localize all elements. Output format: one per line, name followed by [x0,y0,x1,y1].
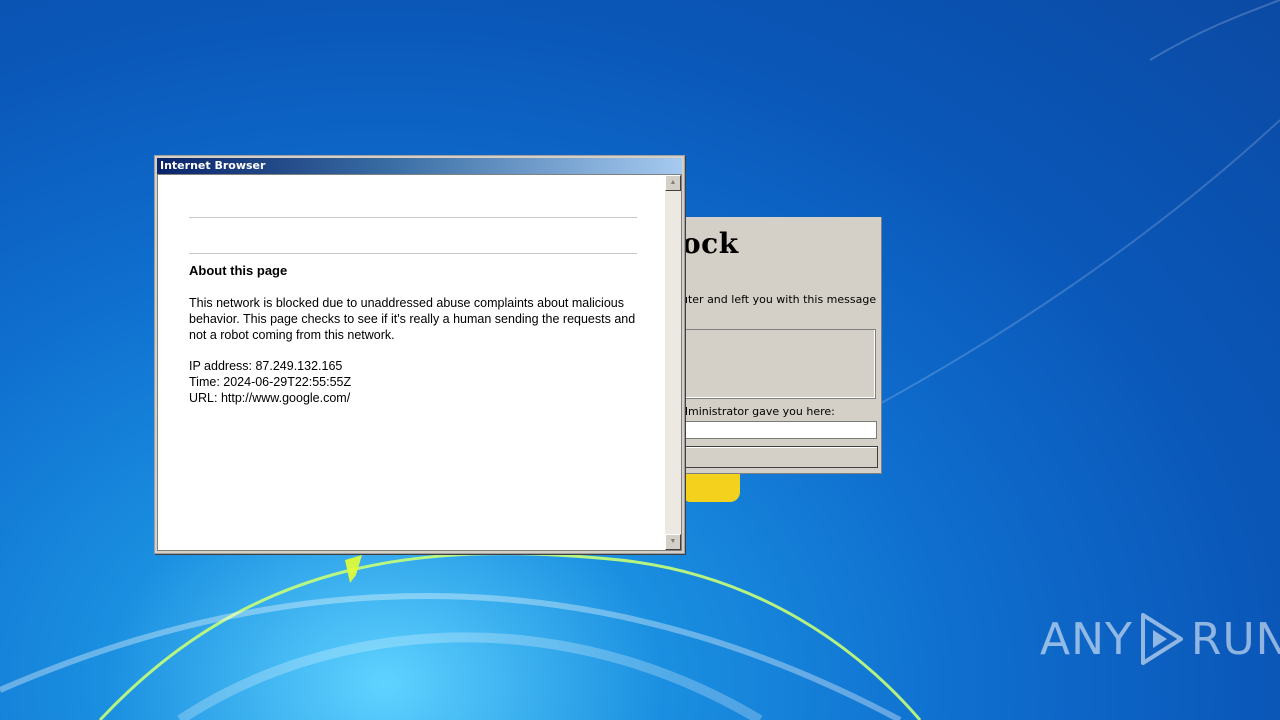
lock-window-submit-button[interactable] [681,446,878,468]
scroll-down-icon[interactable]: ▼ [665,534,681,550]
play-triangle-icon [1140,613,1183,665]
lock-window-title: ock [682,227,739,260]
divider [189,253,637,254]
title-bar[interactable]: Internet Browser [157,158,682,174]
divider [189,217,637,218]
time-line: Time: 2024-06-29T22:55:55Z [189,375,352,389]
about-heading: About this page [189,263,288,278]
watermark-right-text: RUN [1190,613,1280,665]
watermark-left-text: ANY [1040,613,1133,665]
ip-address-line: IP address: 87.249.132.165 [189,359,343,373]
yellow-desktop-shape [684,474,740,502]
vertical-scrollbar[interactable]: ▲ ▼ [665,175,681,550]
anyrun-watermark: ANY RUN [1040,612,1280,666]
internet-browser-window[interactable]: Internet Browser About this page This ne… [154,155,685,554]
lock-window-input-label: dministrator gave you here: [681,405,835,418]
lock-window-info-box [681,329,876,399]
lock-window-message: uter and left you with this message [681,293,877,306]
background-lock-window: ock uter and left you with this message … [676,217,882,474]
scroll-up-icon[interactable]: ▲ [665,175,681,191]
url-line: URL: http://www.google.com/ [189,391,351,405]
desktop: ock uter and left you with this message … [0,0,1280,720]
page-content: About this page This network is blocked … [157,174,682,551]
about-body-text: This network is blocked due to unaddress… [189,296,636,342]
window-title: Internet Browser [160,159,266,172]
lock-window-code-input[interactable] [681,421,877,439]
